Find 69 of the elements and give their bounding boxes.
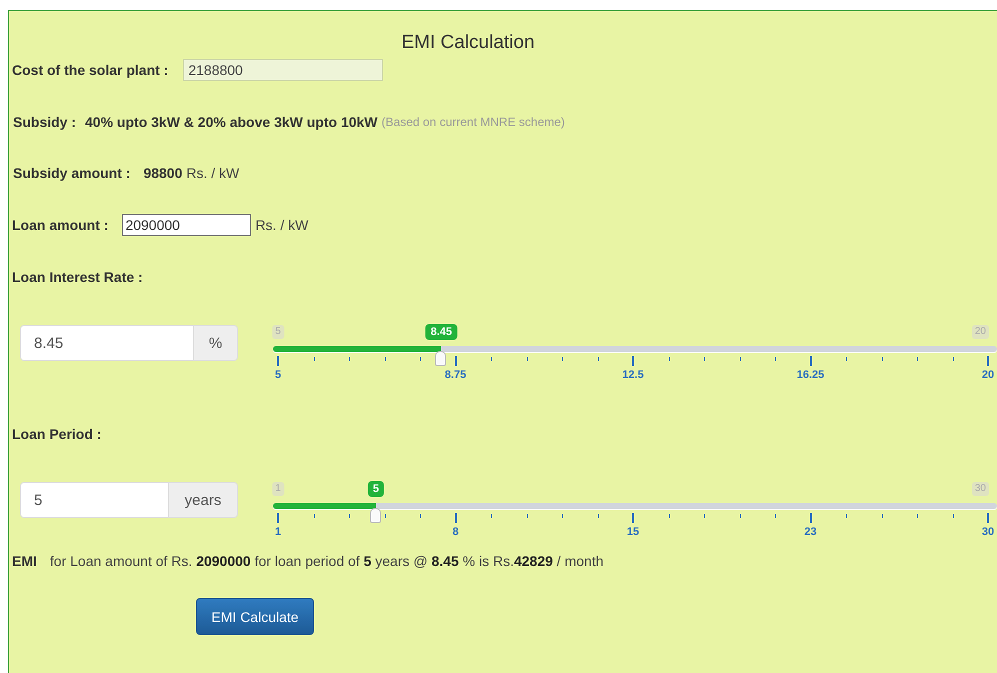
tick-label: 30 xyxy=(982,526,994,539)
tick-mark xyxy=(775,514,776,518)
field-label: Loan amount : xyxy=(12,217,108,233)
tick-label: 23 xyxy=(804,526,817,539)
tick-mark xyxy=(454,356,456,366)
tick-mark xyxy=(775,357,776,361)
tick-mark xyxy=(526,357,528,361)
result-text: for Loan amount of Rs. 2090000 for loan period of 5 years @ 8.45 % is Rs.42829 / month xyxy=(50,553,604,569)
input-field[interactable]: 2090000 xyxy=(122,214,252,236)
tick-mark xyxy=(704,514,705,518)
tick-mark xyxy=(952,514,954,518)
tick-mark xyxy=(632,513,634,523)
field-label: Cost of the solar plant : xyxy=(12,62,168,78)
tick-mark xyxy=(526,514,528,518)
tick-mark xyxy=(277,356,279,366)
tick-mark xyxy=(349,357,350,361)
tick-mark xyxy=(987,356,989,366)
tick-mark xyxy=(952,357,954,361)
tick-label: 5 xyxy=(274,369,282,382)
unit-text: Rs. / kW xyxy=(186,165,240,181)
tick-mark xyxy=(668,514,670,518)
tick-mark xyxy=(846,514,847,518)
tick-mark xyxy=(562,514,563,518)
tick-mark xyxy=(491,357,492,361)
tick-label: 8 xyxy=(452,526,459,539)
subsidy-text: 40% upto 3kW & 20% above 3kW upto 10kW xyxy=(85,114,378,130)
field-label: Subsidy amount : xyxy=(13,165,130,181)
tick-mark xyxy=(917,357,918,361)
min-label: 1 xyxy=(272,482,284,496)
tick-mark xyxy=(987,513,989,523)
tick-mark xyxy=(384,514,386,518)
tick-mark xyxy=(562,357,563,361)
slider-handle[interactable] xyxy=(435,351,446,366)
min-label: 5 xyxy=(272,325,284,339)
calculate-button[interactable]: EMI Calculate xyxy=(196,598,314,635)
result-label: EMI xyxy=(12,553,37,569)
tick-mark xyxy=(810,513,812,523)
tick-mark xyxy=(384,357,386,361)
tick-mark xyxy=(810,356,812,366)
field-label: Loan Interest Rate : xyxy=(12,268,144,287)
tick-mark xyxy=(668,357,670,361)
field-label: Subsidy : xyxy=(13,114,76,130)
tick-mark xyxy=(632,356,634,366)
tick-mark xyxy=(420,514,421,518)
tick-label: 8.75 xyxy=(444,369,466,382)
amount-value: 98800 xyxy=(143,165,182,181)
tick-label: 1 xyxy=(274,526,282,539)
value-bubble: 8.45 xyxy=(426,324,457,340)
slider-handle[interactable] xyxy=(370,508,381,523)
max-label: 30 xyxy=(972,482,989,496)
tick-label: 15 xyxy=(626,526,640,539)
value-bubble: 5 xyxy=(368,481,384,497)
note-text: (Based on current MNRE scheme) xyxy=(382,115,565,129)
input-field[interactable]: 2188800 xyxy=(183,59,384,81)
tick-label: 16.25 xyxy=(796,369,824,382)
tick-mark xyxy=(917,514,918,518)
tick-mark xyxy=(704,357,705,361)
max-label: 20 xyxy=(972,325,989,339)
tick-mark xyxy=(349,514,350,518)
tick-mark xyxy=(491,514,492,518)
unit-text: Rs. / kW xyxy=(255,217,308,233)
tick-label: 20 xyxy=(982,369,994,382)
tick-label: 12.5 xyxy=(622,369,644,382)
tick-mark xyxy=(454,513,456,523)
tick-mark xyxy=(420,357,421,361)
field-label: Loan Period : xyxy=(12,425,102,444)
panel-title: EMI Calculation xyxy=(400,32,536,54)
tick-mark xyxy=(277,513,279,523)
tick-mark xyxy=(846,357,847,361)
